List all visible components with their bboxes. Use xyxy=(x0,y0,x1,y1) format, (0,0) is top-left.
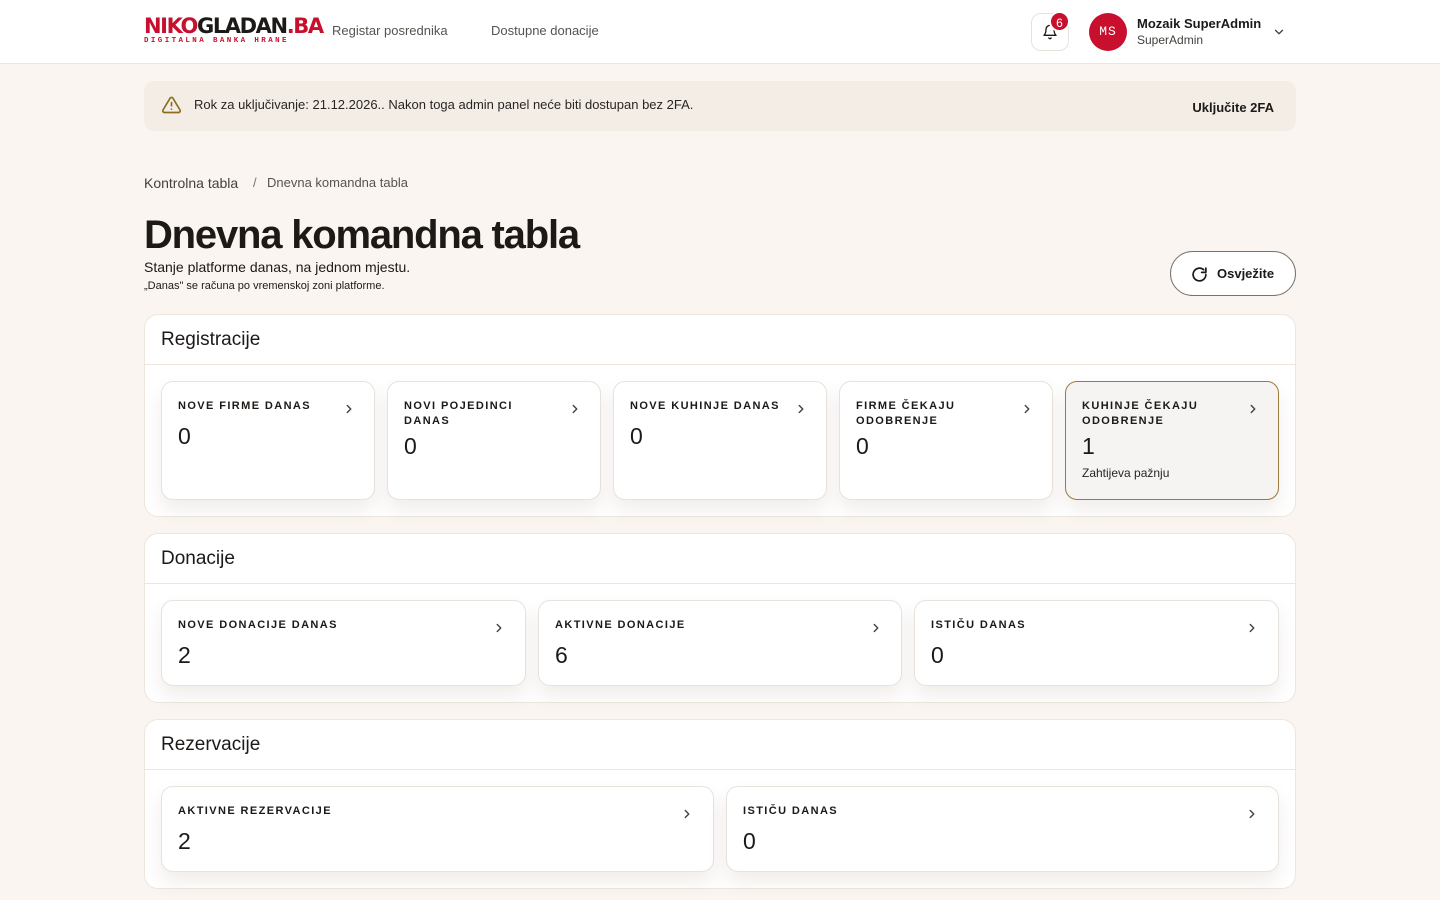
tile-novi-pojedinci-danas[interactable]: NOVI POJEDINCI DANAS 0 xyxy=(387,381,601,500)
refresh-button[interactable]: Osvježite xyxy=(1170,251,1296,296)
tile-label: FIRME ČEKAJU ODOBRENJE xyxy=(856,400,956,427)
refresh-icon xyxy=(1192,267,1207,282)
breadcrumb-separator: / xyxy=(253,175,257,190)
tile-value: 0 xyxy=(931,642,944,668)
logo-wordmark: NIKOGLADAN.BA xyxy=(144,14,324,38)
enable-2fa-link[interactable]: Uključite 2FA xyxy=(1192,100,1274,115)
notification-count-badge: 6 xyxy=(1049,11,1070,32)
top-bar: NIKOGLADAN.BA DIGITALNA BANKA HRANE Regi… xyxy=(0,0,1440,64)
user-name: Mozaik SuperAdmin xyxy=(1137,16,1262,31)
tile-label: KUHINJE ČEKAJU ODOBRENJE xyxy=(1082,400,1199,427)
tile-label: NOVE DONACIJE DANAS xyxy=(178,619,338,631)
timezone-note: „Danas" se računa po vremenskoj zoni pla… xyxy=(144,280,385,292)
tile-kuhinje-cekaju-odobrenje[interactable]: KUHINJE ČEKAJU ODOBRENJE 1 Zahtijeva paž… xyxy=(1065,381,1279,500)
tile-nove-kuhinje-danas[interactable]: NOVE KUHINJE DANAS 0 xyxy=(613,381,827,500)
tile-label: ISTIČU DANAS xyxy=(743,805,839,817)
tile-firme-cekaju-odobrenje[interactable]: FIRME ČEKAJU ODOBRENJE 0 xyxy=(839,381,1053,500)
tile-label: AKTIVNE REZERVACIJE xyxy=(178,805,332,817)
banner-text: Rok za uključivanje: 21.12.2026.. Nakon … xyxy=(194,97,694,112)
tile-value: 0 xyxy=(743,828,756,854)
chevron-right-icon xyxy=(1249,809,1255,819)
nav-link-registar-posrednika[interactable]: Registar posrednika xyxy=(332,23,448,39)
tile-value: 0 xyxy=(404,433,417,459)
section-title: Registracije xyxy=(145,315,1295,365)
avatar[interactable]: MS xyxy=(1089,13,1127,51)
tile-value: 0 xyxy=(178,423,191,449)
page-subtitle: Stanje platforme danas, na jednom mjestu… xyxy=(144,259,411,275)
tile-aktivne-donacije[interactable]: AKTIVNE DONACIJE 6 xyxy=(538,600,902,686)
chevron-right-icon xyxy=(798,404,804,414)
logo-part-niko: NIKO xyxy=(144,14,198,38)
logo-part-gladan: GLADAN xyxy=(196,14,288,38)
tile-label: NOVI POJEDINCI DANAS xyxy=(404,400,513,427)
logo-part-ba: .BA xyxy=(286,14,324,38)
twofa-warning-banner: Rok za uključivanje: 21.12.2026.. Nakon … xyxy=(144,81,1296,131)
chevron-right-icon xyxy=(496,623,502,633)
chevron-right-icon xyxy=(572,404,578,414)
tile-value: 1 xyxy=(1082,433,1095,459)
section-title: Donacije xyxy=(145,534,1295,584)
nav-link-dostupne-donacije[interactable]: Dostupne donacije xyxy=(491,23,599,39)
section-title: Rezervacije xyxy=(145,720,1295,770)
tile-label: AKTIVNE DONACIJE xyxy=(555,619,686,631)
breadcrumb-current: Dnevna komandna tabla xyxy=(267,175,408,190)
user-role: SuperAdmin xyxy=(1137,33,1204,47)
tile-value: 6 xyxy=(555,642,568,668)
tile-label: ISTIČU DANAS xyxy=(931,619,1027,631)
tile-aktivne-rezervacije[interactable]: AKTIVNE REZERVACIJE 2 xyxy=(161,786,714,872)
breadcrumb-kontrolna-tabla[interactable]: Kontrolna tabla xyxy=(144,175,238,191)
tile-value: 0 xyxy=(856,433,869,459)
attention-hint: Zahtijeva pažnju xyxy=(1082,466,1170,480)
tile-label: NOVE KUHINJE DANAS xyxy=(630,400,780,412)
chevron-right-icon xyxy=(1249,623,1255,633)
chevron-right-icon xyxy=(1024,404,1030,414)
chevron-down-icon[interactable] xyxy=(1272,25,1286,39)
section-donacije: Donacije NOVE DONACIJE DANAS 2 AKTIVNE D… xyxy=(144,533,1296,703)
chevron-right-icon xyxy=(1250,404,1256,414)
chevron-right-icon xyxy=(873,623,879,633)
tile-nove-firme-danas[interactable]: NOVE FIRME DANAS 0 xyxy=(161,381,375,500)
tile-value: 2 xyxy=(178,642,191,668)
tile-isticu-danas-rezervacije[interactable]: ISTIČU DANAS 0 xyxy=(726,786,1279,872)
tile-isticu-danas-donacije[interactable]: ISTIČU DANAS 0 xyxy=(914,600,1279,686)
logo-tagline: DIGITALNA BANKA HRANE xyxy=(144,37,289,45)
refresh-label: Osvježite xyxy=(1217,266,1275,281)
warning-icon xyxy=(161,96,182,114)
tile-value: 2 xyxy=(178,828,191,854)
chevron-right-icon xyxy=(346,404,352,414)
tile-value: 0 xyxy=(630,423,643,449)
section-rezervacije: Rezervacije AKTIVNE REZERVACIJE 2 ISTIČU… xyxy=(144,719,1296,889)
chevron-right-icon xyxy=(684,809,690,819)
logo[interactable]: NIKOGLADAN.BA DIGITALNA BANKA HRANE xyxy=(144,14,324,46)
tile-label: NOVE FIRME DANAS xyxy=(178,400,312,412)
section-registracije: Registracije NOVE FIRME DANAS 0 NOVI POJ… xyxy=(144,314,1296,517)
page-title: Dnevna komandna tabla xyxy=(144,213,580,257)
tile-nove-donacije-danas[interactable]: NOVE DONACIJE DANAS 2 xyxy=(161,600,526,686)
